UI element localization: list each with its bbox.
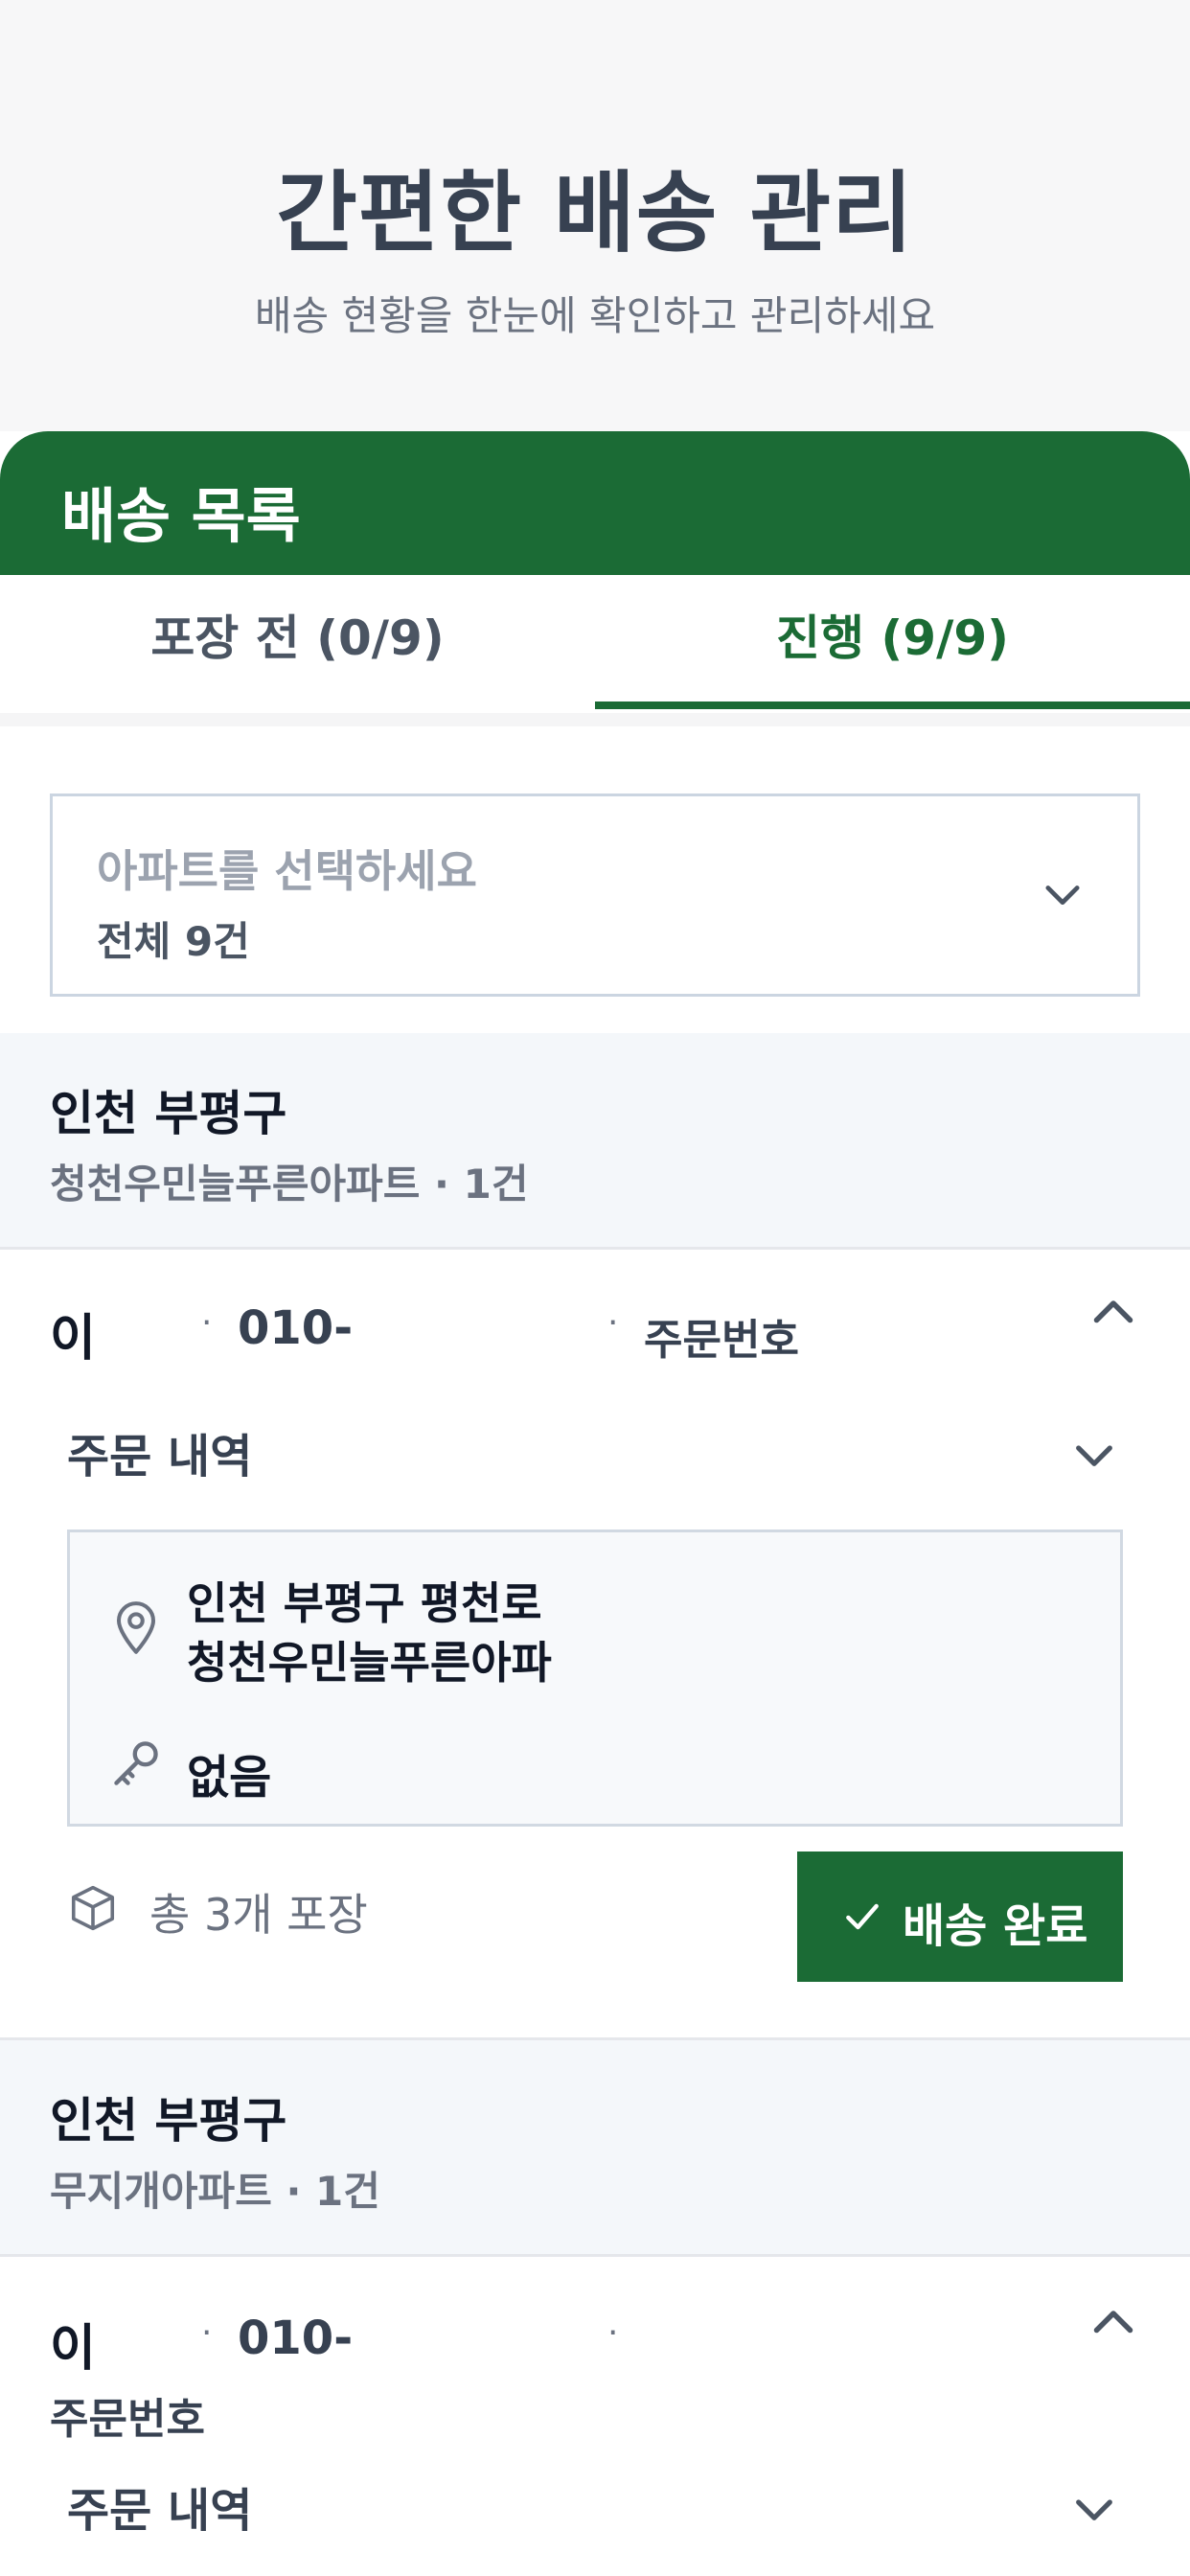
- order-number-label: 주문번호: [50, 2395, 205, 2444]
- delivery-panel: 배송 목록 포장 전 (0/9) 진행 (9/9) 아파트를 선택하세요 전체 …: [0, 431, 1190, 2576]
- check-icon: [846, 1903, 879, 1930]
- apartment-select-placeholder: 아파트를 선택하세요: [97, 845, 477, 897]
- address-line-2: 청천우민늘푸른아파: [187, 1637, 552, 1689]
- tab-in-progress[interactable]: 진행 (9/9): [595, 575, 1190, 713]
- package-count: 총 3개 포장: [149, 1889, 368, 1941]
- delivery-complete-label: 배송 완료: [903, 1899, 1088, 1953]
- separator-dot: ·: [201, 2313, 213, 2353]
- group-region: 인천 부평구: [50, 2093, 287, 2149]
- chevron-down-icon: [1045, 886, 1080, 906]
- separator-dot: ·: [201, 1303, 213, 1343]
- group-apartment: 청천우민늘푸른아파트 · 1건: [50, 1161, 529, 1208]
- order-items-toggle[interactable]: 주문 내역: [67, 1418, 1121, 1495]
- delivery-info-box: 인천 부평구 평천로 청천우민늘푸른아파 없음: [67, 1530, 1123, 1827]
- box-icon: [71, 1885, 115, 1931]
- order-items-label: 주문 내역: [67, 1430, 253, 1484]
- group-header: 인천 부평구 청천우민늘푸른아파트 · 1건: [0, 1033, 1190, 1250]
- page-title: 간편한 배송 관리: [276, 162, 914, 264]
- group-apartment: 무지개아파트 · 1건: [50, 2168, 380, 2215]
- apartment-select[interactable]: 아파트를 선택하세요 전체 9건: [50, 794, 1140, 997]
- order-summary-row: 이 · 010- · 주문번호: [0, 2308, 1190, 2444]
- apartment-select-value: 전체 9건: [97, 918, 250, 965]
- group-header: 인천 부평구 무지개아파트 · 1건: [0, 2040, 1190, 2257]
- delivery-complete-button[interactable]: 배송 완료: [797, 1852, 1123, 1982]
- chevron-down-icon: [1076, 1445, 1112, 1466]
- map-pin-icon: [116, 1601, 156, 1654]
- tabs-divider: [0, 713, 1190, 726]
- order-items-label: 주문 내역: [67, 2484, 253, 2538]
- chevron-up-icon[interactable]: [1085, 2294, 1142, 2352]
- panel-title: 배송 목록: [61, 481, 301, 551]
- customer-name: 이: [50, 2320, 96, 2378]
- order-number-label: 주문번호: [644, 1316, 799, 1365]
- order-summary-row: 이 · 010- · 주문번호: [0, 1298, 1190, 1384]
- order-items-toggle[interactable]: 주문 내역: [67, 2472, 1121, 2549]
- tab-before-packing[interactable]: 포장 전 (0/9): [0, 575, 595, 713]
- access-info: 없음: [187, 1751, 272, 1805]
- group-region: 인천 부평구: [50, 1086, 287, 1141]
- separator-dot: ·: [607, 2313, 619, 2353]
- customer-name: 이: [50, 1310, 96, 1368]
- hero-section: 간편한 배송 관리 배송 현황을 한눈에 확인하고 관리하세요: [0, 0, 1190, 431]
- customer-phone: 010-: [238, 2312, 354, 2365]
- key-icon: [114, 1741, 158, 1785]
- separator-dot: ·: [607, 1303, 619, 1343]
- panel-header: 배송 목록: [0, 431, 1190, 575]
- status-tabs: 포장 전 (0/9) 진행 (9/9): [0, 575, 1190, 713]
- address-line-1: 인천 부평구 평천로: [187, 1577, 542, 1629]
- chevron-down-icon: [1076, 2499, 1112, 2520]
- chevron-up-icon[interactable]: [1085, 1284, 1142, 1342]
- page-subtitle: 배송 현황을 한눈에 확인하고 관리하세요: [254, 292, 936, 339]
- active-tab-indicator: [595, 702, 1190, 709]
- customer-phone: 010-: [238, 1301, 354, 1355]
